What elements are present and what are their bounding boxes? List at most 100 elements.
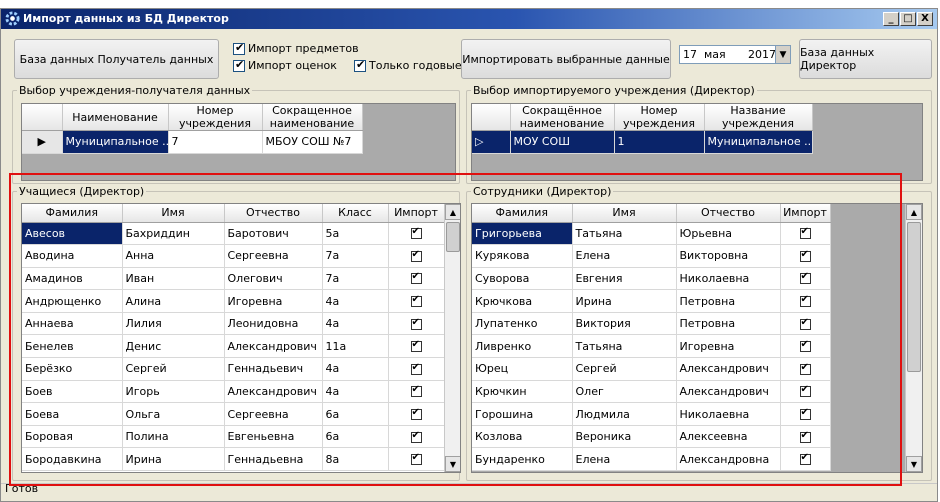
import-checkbox[interactable] <box>780 425 831 449</box>
table-cell[interactable]: Иван <box>122 267 225 291</box>
scroll-thumb[interactable] <box>446 222 460 252</box>
table-row[interactable]: Аводина Анна Сергеевна 7а <box>22 244 445 268</box>
scroll-thumb[interactable] <box>907 222 921 372</box>
import-subjects-checkbox[interactable]: Импорт предметов <box>233 41 359 55</box>
column-header[interactable]: Отчество <box>676 204 781 223</box>
table-cell[interactable]: 4а <box>322 380 389 404</box>
import-checkbox[interactable] <box>780 312 831 336</box>
table-row[interactable]: ▷ МОУ СОШ 1 Муниципальное ... <box>472 130 813 154</box>
column-header[interactable]: Сокращенное наименование <box>262 104 363 131</box>
table-cell[interactable]: 7а <box>322 244 389 268</box>
table-cell[interactable]: Лилия <box>122 312 225 336</box>
students-grid[interactable]: Фамилия Имя Отчество Класс Импорт Авесов… <box>21 203 461 473</box>
table-cell[interactable]: Крючкин <box>472 380 573 404</box>
table-cell[interactable]: 6а <box>322 425 389 449</box>
table-cell[interactable]: Викторовна <box>676 244 781 268</box>
table-row[interactable]: Козлова Вероника Алексеевна <box>472 425 831 449</box>
table-row[interactable]: Аннаева Лилия Леонидовна 4а <box>22 312 445 336</box>
table-cell[interactable]: Лупатенко <box>472 312 573 336</box>
table-row[interactable]: Ливренко Татьяна Игоревна <box>472 334 831 359</box>
table-row[interactable]: Юрец Сергей Александрович <box>472 357 831 381</box>
table-row[interactable]: Бородавкина Ирина Геннадьевна 8а <box>22 447 445 472</box>
table-cell[interactable]: Сергей <box>572 357 677 381</box>
table-cell[interactable]: Николаевна <box>676 402 781 426</box>
table-row[interactable]: Амадинов Иван Олегович 7а <box>22 267 445 291</box>
import-checkbox[interactable] <box>780 267 831 291</box>
table-cell[interactable]: Бенелев <box>22 334 123 359</box>
table-cell[interactable]: Боев <box>22 380 123 404</box>
table-cell[interactable]: Петровна <box>676 312 781 336</box>
table-cell[interactable]: Леонидовна <box>224 312 323 336</box>
director-db-button[interactable]: База данных Директор <box>799 39 932 79</box>
date-picker[interactable]: 17 мая 2017 ▼ <box>679 45 791 64</box>
table-row[interactable]: Андрющенко Алина Игоревна 4а <box>22 289 445 313</box>
table-cell[interactable]: Суворова <box>472 267 573 291</box>
scroll-down-icon[interactable]: ▼ <box>906 456 922 472</box>
table-cell[interactable]: Горошина <box>472 402 573 426</box>
column-header[interactable]: Импорт <box>780 204 831 223</box>
table-cell[interactable]: Виктория <box>572 312 677 336</box>
table-row[interactable]: Курякова Елена Викторовна <box>472 244 831 268</box>
table-cell[interactable]: Геннадьевна <box>224 447 323 472</box>
table-row[interactable]: Горошина Людмила Николаевна <box>472 402 831 426</box>
column-header[interactable]: Отчество <box>224 204 323 223</box>
import-checkbox[interactable] <box>780 222 831 246</box>
table-cell[interactable]: Аннаева <box>22 312 123 336</box>
staff-scrollbar[interactable]: ▲ ▼ <box>905 204 922 472</box>
table-cell[interactable]: 5а <box>322 222 389 246</box>
import-checkbox[interactable] <box>388 357 445 381</box>
import-checkbox[interactable] <box>780 380 831 404</box>
table-cell[interactable]: 4а <box>322 357 389 381</box>
table-cell[interactable]: Ольга <box>122 402 225 426</box>
import-checkbox[interactable] <box>780 334 831 359</box>
import-checkbox[interactable] <box>780 357 831 381</box>
table-cell[interactable]: Амадинов <box>22 267 123 291</box>
table-cell[interactable]: Алина <box>122 289 225 313</box>
table-cell[interactable]: Ливренко <box>472 334 573 359</box>
table-cell[interactable]: Боровая <box>22 425 123 449</box>
table-cell[interactable]: Татьяна <box>572 222 677 246</box>
import-checkbox[interactable] <box>388 222 445 246</box>
import-checkbox[interactable] <box>780 402 831 426</box>
table-cell[interactable]: Алексеевна <box>676 425 781 449</box>
table-cell[interactable]: Курякова <box>472 244 573 268</box>
table-row[interactable]: Григорьева Татьяна Юрьевна <box>472 222 831 246</box>
import-checkbox[interactable] <box>780 289 831 313</box>
import-checkbox[interactable] <box>388 244 445 268</box>
table-row[interactable]: Крючкова Ирина Петровна <box>472 289 831 313</box>
import-checkbox[interactable] <box>388 334 445 359</box>
table-cell[interactable]: Евгения <box>572 267 677 291</box>
table-row[interactable]: Бенелев Денис Александрович 11а <box>22 334 445 359</box>
table-cell[interactable]: 4а <box>322 312 389 336</box>
date-dropdown-icon[interactable]: ▼ <box>775 46 790 63</box>
table-cell[interactable]: Татьяна <box>572 334 677 359</box>
table-cell[interactable]: Полина <box>122 425 225 449</box>
table-cell[interactable]: Сергеевна <box>224 244 323 268</box>
table-cell[interactable]: Юрьевна <box>676 222 781 246</box>
table-cell[interactable]: Берёзко <box>22 357 123 381</box>
table-cell[interactable]: Олегович <box>224 267 323 291</box>
table-cell[interactable]: Елена <box>572 447 677 472</box>
table-cell[interactable]: Петровна <box>676 289 781 313</box>
staff-grid[interactable]: Фамилия Имя Отчество Импорт Григорьева Та… <box>471 203 923 473</box>
import-checkbox[interactable] <box>388 447 445 472</box>
column-header[interactable]: Фамилия <box>22 204 123 223</box>
column-header[interactable]: Фамилия <box>472 204 573 223</box>
table-cell[interactable]: Сергей <box>122 357 225 381</box>
table-row[interactable]: Боева Ольга Сергеевна 6а <box>22 402 445 426</box>
table-cell[interactable]: Ирина <box>572 289 677 313</box>
table-row[interactable]: Авесов Бахриддин Баротович 5а <box>22 222 445 246</box>
table-cell[interactable]: Григорьева <box>472 222 573 246</box>
table-cell[interactable]: Авесов <box>22 222 123 246</box>
only-yearly-checkbox[interactable]: Только годовые <box>354 58 462 72</box>
table-cell[interactable]: Александрович <box>224 380 323 404</box>
import-checkbox[interactable] <box>388 380 445 404</box>
table-row[interactable]: ▶ Муниципальное ... 7 МБОУ СОШ №7 <box>22 130 363 154</box>
table-cell[interactable]: Бородавкина <box>22 447 123 472</box>
column-header[interactable]: Имя <box>122 204 225 223</box>
column-header[interactable]: Номер учреждения <box>614 104 705 131</box>
table-cell[interactable]: Олег <box>572 380 677 404</box>
column-header[interactable]: Имя <box>572 204 677 223</box>
scroll-up-icon[interactable]: ▲ <box>906 204 922 220</box>
table-cell[interactable]: Александрович <box>676 357 781 381</box>
